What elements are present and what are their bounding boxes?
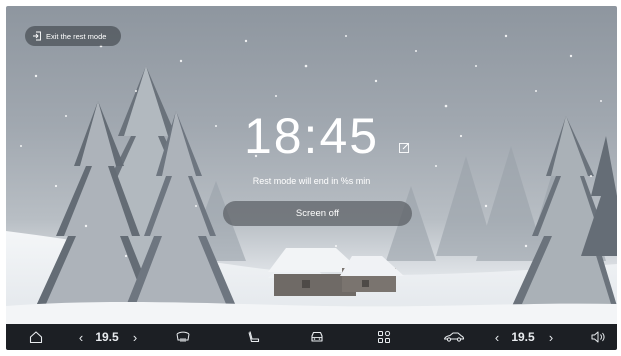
fir-trees-left [36,66,236,326]
edit-icon[interactable] [399,142,410,153]
clock-time: 18:45 [243,108,380,164]
right-temp-value: 19.5 [511,330,535,344]
exit-rest-mode-button[interactable]: Exit the rest mode [25,26,121,46]
screen-off-label: Screen off [295,208,340,219]
screen-off-button[interactable]: Screen off [223,201,412,226]
exit-rest-mode-label: Exit the rest mode [46,31,107,41]
right-temp-decrease-button[interactable]: ‹ [490,324,504,350]
seat-icon[interactable] [242,324,266,350]
rest-mode-message: Rest mode will end in %s min [252,176,371,186]
left-temp-decrease-button[interactable]: ‹ [74,324,88,350]
right-temp-increase-button[interactable]: › [544,324,558,350]
volume-icon[interactable] [586,324,610,350]
apps-grid-icon[interactable] [372,324,396,350]
bottom-dock: ‹ 19.5 › ‹ 19.5 › [6,324,617,350]
left-temp-increase-button[interactable]: › [128,324,142,350]
home-icon[interactable] [24,324,48,350]
rest-mode-screen: Exit the rest mode 18:45 Rest mode will … [6,6,617,350]
cabin [268,248,404,296]
car-side-icon[interactable] [440,324,468,350]
left-temp-value: 19.5 [95,330,119,344]
exit-icon [32,31,42,41]
rear-defrost-icon[interactable] [171,324,195,350]
car-front-icon[interactable] [305,324,329,350]
